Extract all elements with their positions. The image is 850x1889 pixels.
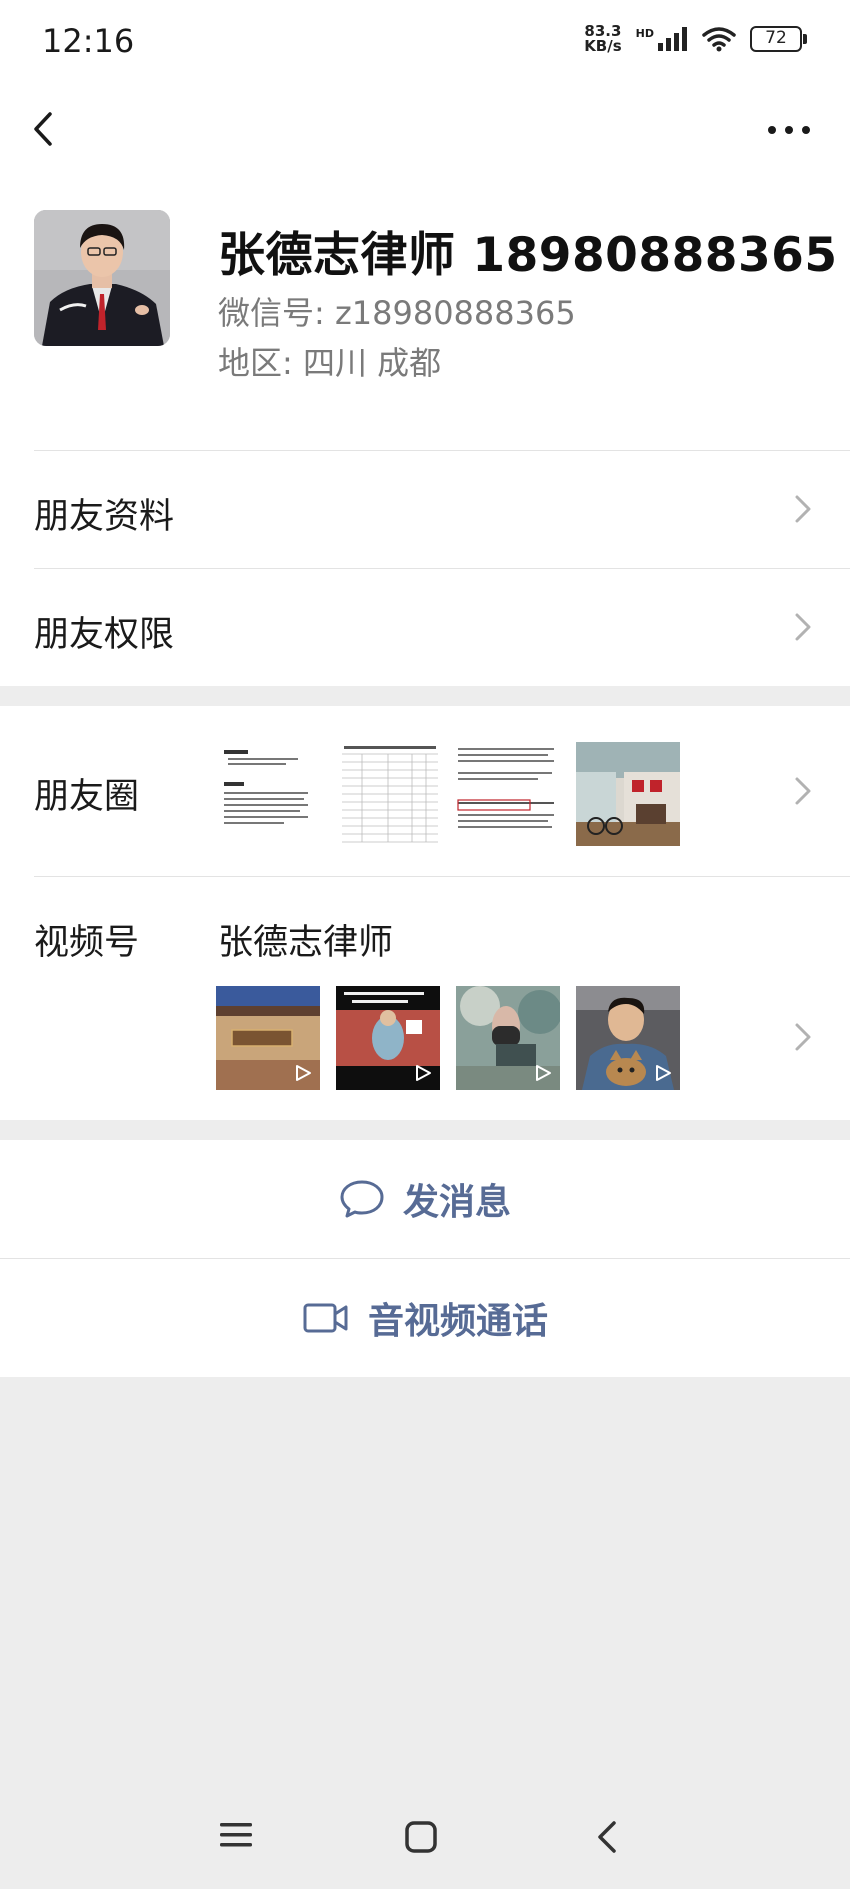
moments-label: 朋友圈 (34, 777, 140, 817)
name-row: 张德志律师 18980888365 (218, 216, 850, 285)
av-call-label: 音视频通话 (367, 1301, 548, 1342)
profile-header: 张德志律师 18980888365 微信号: z18980888365 地区: … (0, 166, 850, 450)
play-icon (296, 1065, 311, 1081)
moments-thumbnail (338, 742, 442, 846)
video-camera-icon (303, 1303, 348, 1333)
status-bar: 12:16 83.3 KB/s HD 72 (0, 0, 850, 86)
divider (34, 876, 850, 877)
battery-icon: 72 (750, 26, 807, 52)
system-back-icon[interactable] (594, 1820, 622, 1854)
more-dots-icon[interactable] (766, 116, 812, 144)
signal-icon: HD (636, 27, 688, 51)
nav-bar (0, 86, 850, 166)
friend-info-label: 朋友资料 (34, 497, 175, 537)
region: 地区: 四川 成都 (218, 344, 442, 382)
avatar[interactable] (34, 210, 170, 346)
section-gap (0, 686, 850, 706)
channels-video-thumbnail[interactable] (456, 986, 560, 1090)
play-icon (536, 1065, 551, 1081)
network-speed: 83.3 KB/s (584, 24, 621, 54)
network-type: HD (635, 27, 654, 40)
moments-thumbnail (576, 742, 680, 846)
av-call-button[interactable]: 音视频通话 (0, 1259, 850, 1377)
moments-thumbnail (456, 742, 560, 846)
page-content: 12:16 83.3 KB/s HD 72 张德志律师 18980888365 … (0, 0, 850, 686)
divider (34, 568, 850, 569)
section-gap (0, 1120, 850, 1140)
chat-bubble-icon (340, 1180, 384, 1218)
chevron-right-icon (795, 777, 811, 805)
channels-row[interactable]: 视频号 张德志律师 (0, 876, 850, 1120)
channels-account-name: 张德志律师 (218, 923, 394, 963)
friend-permission-row[interactable]: 朋友权限 (0, 568, 850, 686)
channels-video-thumbnail[interactable] (336, 986, 440, 1090)
friend-permission-label: 朋友权限 (34, 615, 175, 655)
channels-video-thumbnail[interactable] (576, 986, 680, 1090)
home-icon[interactable] (404, 1820, 438, 1854)
chevron-right-icon (795, 1023, 811, 1051)
channels-video-thumbnail[interactable] (216, 986, 320, 1090)
back-arrow-icon[interactable] (26, 106, 66, 152)
status-time: 12:16 (42, 22, 135, 60)
play-icon (656, 1065, 671, 1081)
friend-info-row[interactable]: 朋友资料 (0, 450, 850, 568)
battery-level: 72 (765, 28, 787, 48)
network-speed-unit: KB/s (584, 37, 622, 55)
channels-label: 视频号 (34, 923, 140, 963)
chevron-right-icon (795, 495, 811, 523)
contact-name: 张德志律师 18980888365 (218, 228, 838, 283)
divider (34, 450, 850, 451)
chevron-right-icon (795, 613, 811, 641)
wifi-icon (702, 27, 736, 52)
play-icon (416, 1065, 431, 1081)
moments-row[interactable]: 朋友圈 (0, 706, 850, 876)
system-nav-bar (0, 1790, 850, 1880)
moments-thumbnail (218, 742, 322, 846)
status-icons: 83.3 KB/s HD 72 (584, 24, 807, 54)
menu-icon[interactable] (218, 1820, 254, 1850)
send-message-button[interactable]: 发消息 (0, 1140, 850, 1258)
send-message-label: 发消息 (402, 1182, 511, 1223)
wechat-id: 微信号: z18980888365 (218, 294, 576, 332)
